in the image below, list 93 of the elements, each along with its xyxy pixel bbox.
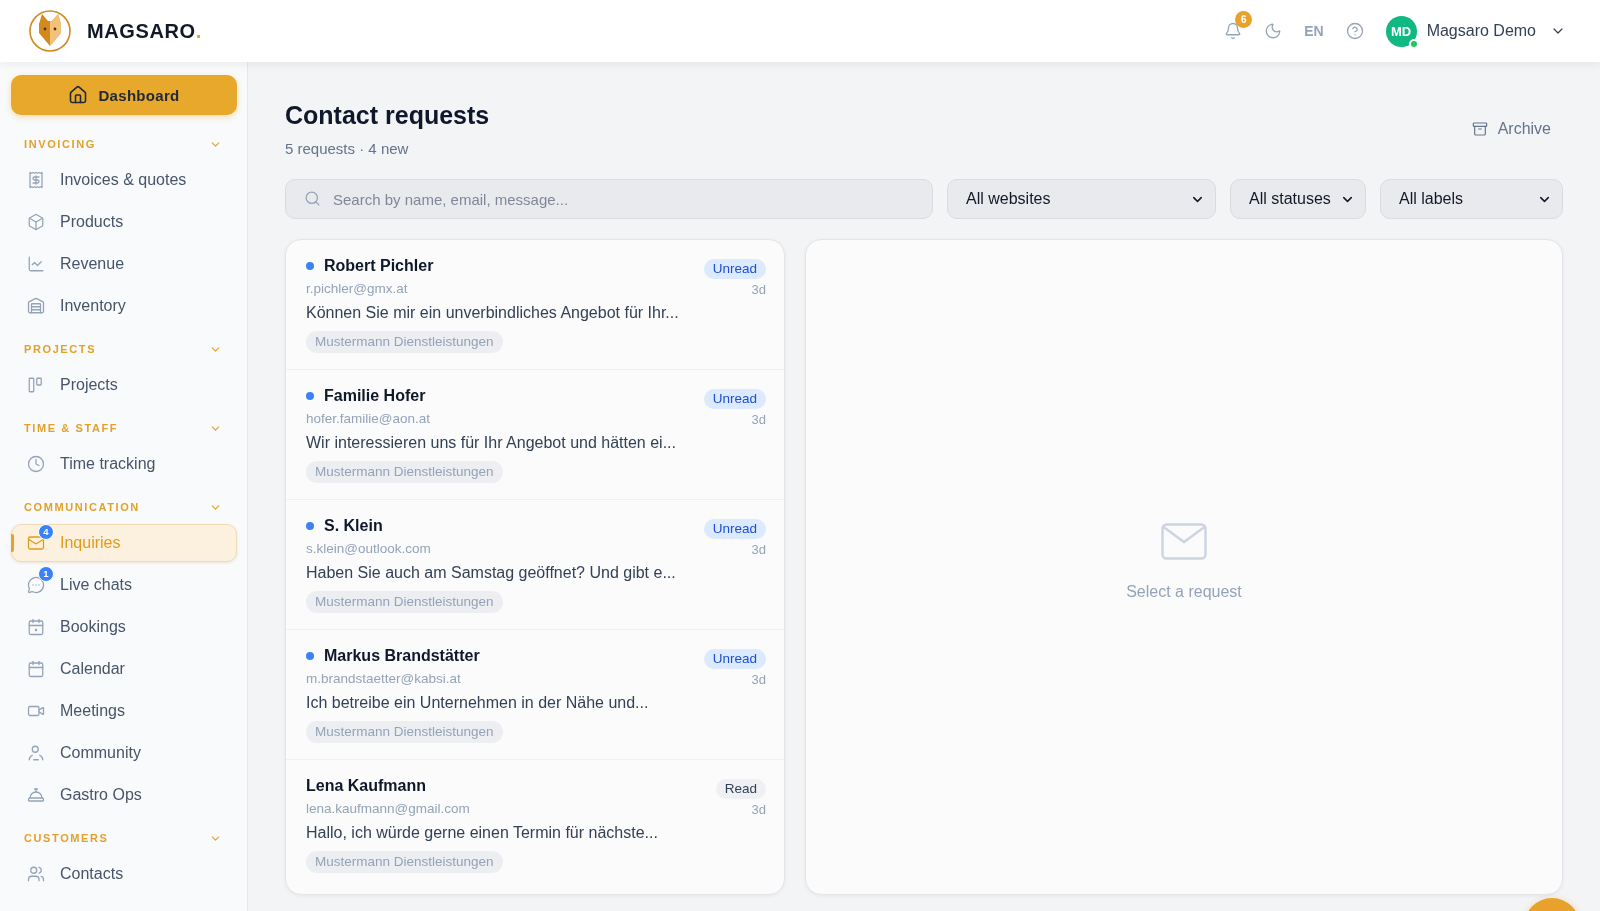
brand-name: MAGSARO. [87, 19, 202, 43]
section-heading: TIME & STAFF [24, 422, 119, 434]
filter-dropdown[interactable]: All websites [947, 179, 1216, 219]
page-title: Contact requests [285, 100, 490, 131]
section-heading: PROJECTS [24, 343, 97, 355]
sender-email: m.brandstaetter@kabsi.at [306, 670, 461, 688]
archive-box-icon [1471, 120, 1488, 137]
website-tag: Mustermann Dienstleistungen [306, 851, 503, 873]
sidebar-item[interactable]: Meetings [11, 692, 237, 730]
sender-email: r.pichler@gmx.at [306, 280, 408, 298]
status-badge: Unread [703, 259, 766, 279]
section-heading: COMMUNICATION [24, 501, 140, 513]
sender-email: lena.kaufmann@gmail.com [306, 800, 470, 818]
sidebar-item[interactable]: Calendar [11, 650, 237, 688]
request-row[interactable]: Robert Pichler r.pichler@gmx.at Unread 3d Können Sie mir ein unverbindliches Angebot für Ihr... Mustermann Dienstleistungen [286, 240, 784, 370]
sender-name: Familie Hofer [324, 387, 426, 405]
filter-dropdown[interactable]: All statuses [1230, 179, 1366, 219]
sidebar-item[interactable]: Projects [11, 366, 237, 404]
page-subtitle: 5 requests · 4 new [285, 140, 410, 158]
search-field[interactable]: Search by name, email, message... [285, 179, 933, 219]
archive-button[interactable]: Archive [1459, 111, 1563, 146]
notifications-button[interactable] [1224, 22, 1243, 40]
sidebar-item[interactable]: Products [11, 203, 237, 241]
sender-name: Robert Pichler [324, 257, 434, 275]
calendar-icon [27, 660, 45, 678]
section-heading: CUSTOMERS [24, 832, 109, 844]
envelope-icon [27, 534, 45, 552]
warehouse-icon [27, 297, 45, 315]
chat-bubble-icon [27, 576, 45, 594]
received-time: 3d [751, 673, 766, 687]
sidebar-item[interactable]: Bookings [11, 608, 237, 646]
count-badge: 1 [38, 566, 54, 582]
received-time: 3d [751, 413, 766, 427]
request-row[interactable]: Lena Kaufmann lena.kaufmann@gmail.com Read 3d Hallo, ich würde gerne einen Termin für nächste... Mustermann Dienstleistungen [286, 760, 784, 889]
sidebar-item[interactable]: Time tracking [11, 445, 237, 483]
sidebar-item[interactable]: Gastro Ops [11, 776, 237, 814]
website-tag: Mustermann Dienstleistungen [306, 591, 503, 613]
sidebar-item[interactable]: Invoices & quotes [11, 161, 237, 199]
request-row[interactable]: Markus Brandstätter m.brandstaetter@kabsi.at Unread 3d Ich betreibe ein Unternehmen in der Nähe und... Mustermann Dienstleistungen [286, 630, 784, 760]
message-preview: Können Sie mir ein unverbindliches Angebot für Ihr... [306, 303, 679, 323]
sender-name: Markus Brandstätter [324, 647, 480, 665]
people-icon [27, 865, 45, 883]
theme-toggle-button[interactable] [1264, 22, 1283, 40]
received-time: 3d [751, 283, 766, 297]
notification-count-badge: 6 [1235, 11, 1253, 28]
message-preview: Wir interessieren uns für Ihr Angebot und hätten ei... [306, 433, 676, 453]
status-badge: Unread [703, 649, 766, 669]
request-row[interactable]: Familie Hofer hofer.familie@aon.at Unread 3d Wir interessieren uns für Ihr Angebot und hätten ei... Mustermann Dienstleistungen [286, 370, 784, 500]
filter-dropdown[interactable]: All labels [1380, 179, 1563, 219]
receipt-icon [27, 171, 45, 189]
wolf-logo-icon [28, 9, 72, 53]
received-time: 3d [751, 543, 766, 557]
sender-name: Lena Kaufmann [306, 777, 426, 795]
status-badge: Read [715, 779, 766, 799]
request-row[interactable]: S. Klein s.klein@outlook.com Unread 3d Haben Sie auch am Samstag geöffnet? Und gibt e... Mustermann Dienstleistungen [286, 500, 784, 630]
help-icon [1345, 22, 1364, 40]
clock-icon [27, 455, 45, 473]
empty-state-text: Select a request [1126, 583, 1242, 601]
calendar-icon [27, 618, 45, 636]
bell-icon [1224, 22, 1243, 40]
section-heading: INVOICING [24, 138, 96, 150]
columns-icon [27, 376, 45, 394]
sidebar-item[interactable]: Revenue [11, 245, 237, 283]
message-preview: Ich betreibe ein Unternehmen in der Nähe und... [306, 693, 649, 713]
person-icon [27, 744, 45, 762]
help-button[interactable] [1345, 22, 1364, 40]
website-tag: Mustermann Dienstleistungen [306, 331, 503, 353]
sender-email: hofer.familie@aon.at [306, 410, 431, 428]
envelope-icon [1161, 523, 1207, 560]
search-icon [304, 190, 321, 207]
message-preview: Haben Sie auch am Samstag geöffnet? Und gibt e... [306, 563, 676, 583]
website-tag: Mustermann Dienstleistungen [306, 461, 503, 483]
status-badge: Unread [703, 389, 766, 409]
received-time: 3d [751, 803, 766, 817]
message-preview: Hallo, ich würde gerne einen Termin für nächste... [306, 823, 658, 843]
user-menu-button[interactable]: MD Magsaro Demo [1385, 15, 1566, 47]
dashboard-button[interactable]: Dashboard [11, 75, 237, 115]
sidebar-item[interactable]: Inventory [11, 287, 237, 325]
sender-email: s.klein@outlook.com [306, 540, 431, 558]
sidebar-item[interactable]: 4 Inquiries [11, 524, 237, 562]
website-tag: Mustermann Dienstleistungen [306, 721, 503, 743]
sidebar-item[interactable]: 1 Live chats [11, 566, 237, 604]
service-bell-icon [27, 786, 45, 804]
sender-name: S. Klein [324, 517, 383, 535]
sidebar-item[interactable]: Contacts [11, 855, 237, 893]
line-chart-icon [27, 255, 45, 273]
house-icon [68, 85, 89, 105]
sidebar-item[interactable]: Community [11, 734, 237, 772]
moon-icon [1264, 22, 1283, 40]
status-badge: Unread [703, 519, 766, 539]
cube-icon [27, 213, 45, 231]
count-badge: 4 [38, 524, 54, 540]
user-avatar: MD [1385, 15, 1417, 47]
